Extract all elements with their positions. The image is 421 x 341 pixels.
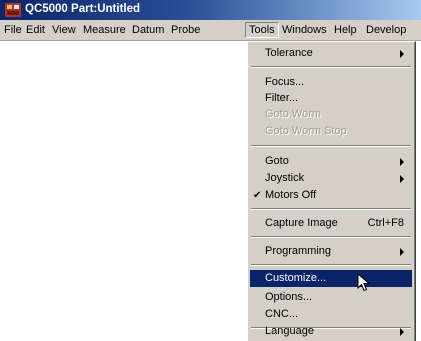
app-window: QC5000 Part:Untitled File Edit View Meas… bbox=[0, 0, 421, 341]
tools-dropdown-menu: Tolerance Focus... Filter... Goto Worm G… bbox=[247, 41, 416, 341]
menu-separator bbox=[251, 66, 411, 68]
menu-datum[interactable]: Datum bbox=[132, 23, 164, 38]
menu-item-motors-off[interactable]: ✔ Motors Off bbox=[250, 186, 412, 205]
submenu-arrow-icon bbox=[400, 328, 404, 336]
menu-view[interactable]: View bbox=[52, 23, 76, 38]
menu-item-customize[interactable]: Customize... bbox=[250, 270, 412, 287]
menu-edit[interactable]: Edit bbox=[26, 23, 45, 38]
app-icon bbox=[5, 3, 21, 17]
menu-separator bbox=[251, 264, 411, 266]
menu-item-tolerance[interactable]: Tolerance bbox=[250, 44, 412, 63]
menu-develop[interactable]: Develop bbox=[366, 23, 406, 38]
submenu-arrow-icon bbox=[400, 50, 404, 58]
menu-separator bbox=[251, 236, 411, 238]
arrow-cursor-icon bbox=[357, 273, 371, 292]
menu-help[interactable]: Help bbox=[334, 23, 357, 38]
capture-image-label: Capture Image bbox=[265, 217, 338, 229]
submenu-arrow-icon bbox=[400, 175, 404, 183]
menu-file[interactable]: File bbox=[4, 23, 22, 38]
menu-separator bbox=[251, 208, 411, 210]
menu-measure[interactable]: Measure bbox=[83, 23, 126, 38]
submenu-arrow-icon bbox=[400, 158, 404, 166]
menu-probe[interactable]: Probe bbox=[171, 23, 200, 38]
menu-separator bbox=[251, 145, 411, 147]
menu-item-programming[interactable]: Programming bbox=[250, 242, 412, 261]
submenu-arrow-icon bbox=[400, 248, 404, 256]
goto-worm-stop-label: Goto Worm Stop bbox=[265, 125, 347, 137]
tolerance-label: Tolerance bbox=[265, 47, 313, 59]
checkmark-icon: ✔ bbox=[253, 190, 262, 201]
window-title: QC5000 Part:Untitled bbox=[25, 3, 141, 15]
customize-label: Customize... bbox=[265, 272, 327, 284]
programming-label: Programming bbox=[265, 245, 332, 257]
menu-item-capture-image[interactable]: Capture Image Ctrl+F8 bbox=[250, 214, 412, 233]
motors-off-label: Motors Off bbox=[265, 189, 317, 201]
title-bar[interactable]: QC5000 Part:Untitled bbox=[0, 0, 421, 20]
menu-windows[interactable]: Windows bbox=[282, 23, 327, 38]
menu-item-goto-worm-stop: Goto Worm Stop bbox=[250, 122, 412, 141]
capture-image-shortcut: Ctrl+F8 bbox=[367, 217, 404, 229]
language-label: Language bbox=[265, 325, 314, 337]
menu-bar: File Edit View Measure Datum Probe Tools… bbox=[0, 20, 421, 41]
menu-tools[interactable]: Tools bbox=[245, 22, 279, 38]
menu-item-language[interactable]: Language bbox=[250, 322, 412, 341]
